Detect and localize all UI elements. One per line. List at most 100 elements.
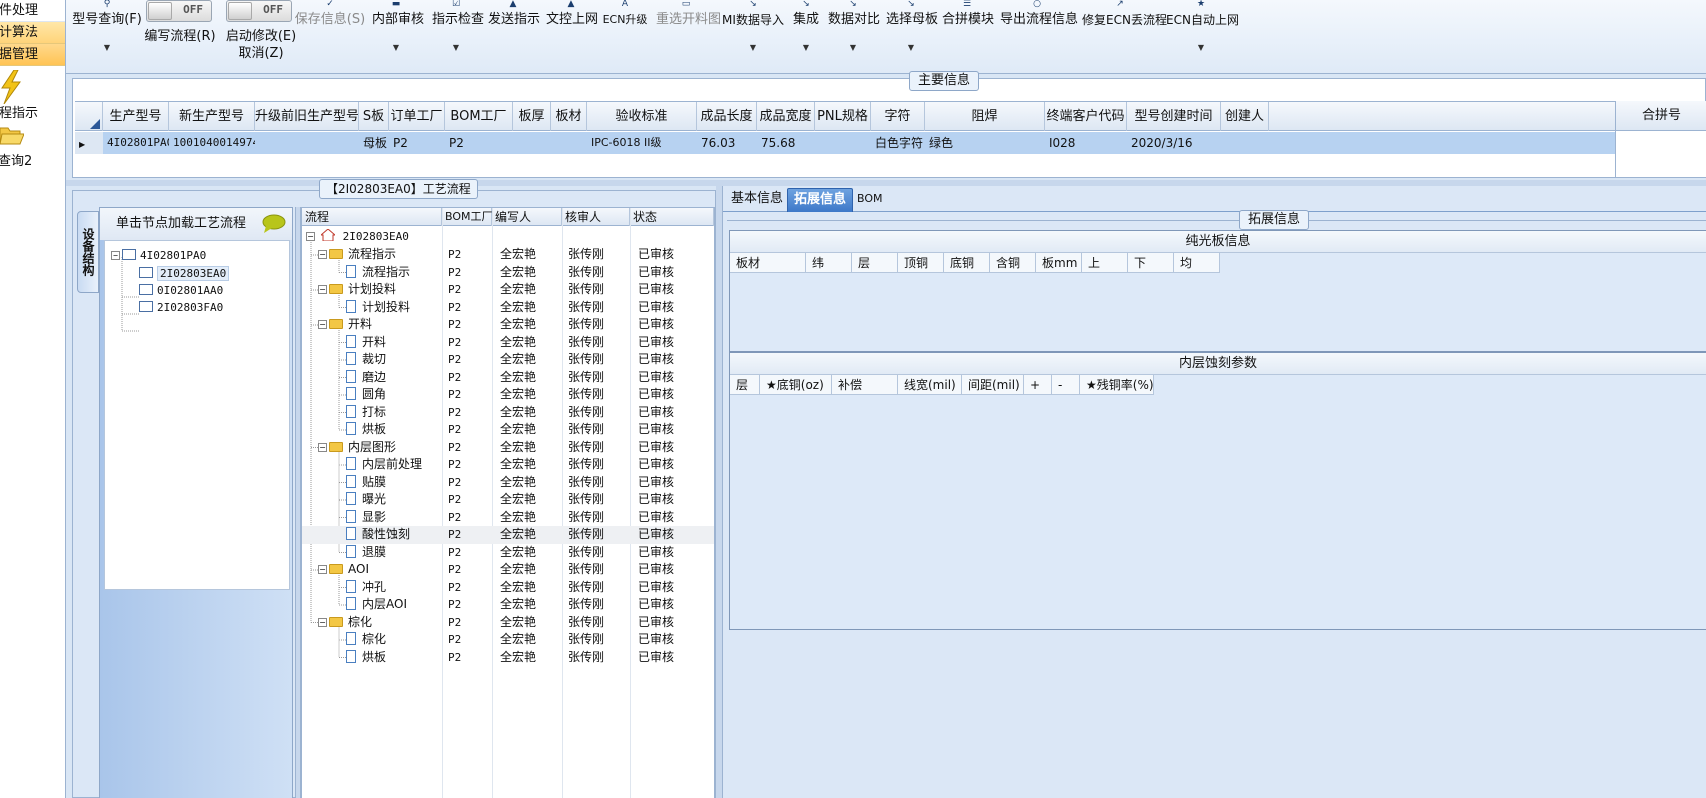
status-cell[interactable]: 已审核 <box>638 404 674 422</box>
tree-folder-row[interactable]: − 内层图形 P2 全宏艳 张传刚 已审核 <box>302 439 714 457</box>
tree-step-row[interactable]: 内层AOI P2 全宏艳 张传刚 已审核 <box>302 596 714 614</box>
col-header[interactable]: 均 <box>1174 253 1220 273</box>
collapse-icon[interactable]: − <box>318 442 327 452</box>
tree-step-row[interactable]: 计划投料 P2 全宏艳 张传刚 已审核 <box>302 299 714 317</box>
cell[interactable] <box>255 132 359 154</box>
col-header[interactable]: 订单工厂 <box>389 102 445 131</box>
col-header[interactable]: 含铜 <box>990 253 1036 273</box>
tree-folder-row[interactable]: − 棕化 P2 全宏艳 张传刚 已审核 <box>302 614 714 632</box>
writer-cell[interactable]: 全宏艳 <box>500 509 536 527</box>
col-header[interactable]: 间距(mil) <box>962 375 1024 395</box>
status-cell[interactable]: 已审核 <box>638 474 674 492</box>
tree-node-root[interactable]: −4I02801PA0 <box>111 247 206 265</box>
tree-step-row[interactable]: 显影 P2 全宏艳 张传刚 已审核 <box>302 509 714 527</box>
reviewer-cell[interactable]: 张传刚 <box>568 491 604 509</box>
col-header[interactable]: PNL规格 <box>815 102 871 131</box>
col-header[interactable]: + <box>1024 375 1052 395</box>
writer-cell[interactable]: 全宏艳 <box>500 351 536 369</box>
bom-factory-cell[interactable]: P2 <box>448 631 461 649</box>
col-header[interactable]: 线宽(mil) <box>898 375 962 395</box>
status-cell[interactable]: 已审核 <box>638 369 674 387</box>
tree-step-row[interactable]: 冲孔 P2 全宏艳 张传刚 已审核 <box>302 579 714 597</box>
writer-cell[interactable]: 全宏艳 <box>500 264 536 282</box>
bom-factory-cell[interactable]: P2 <box>448 386 461 404</box>
status-cell[interactable]: 已审核 <box>638 456 674 474</box>
col-header[interactable]: 验收标准 <box>587 102 697 131</box>
col-header[interactable]: 升级前旧生产型号 <box>255 102 359 131</box>
ecn-auto-online-button[interactable]: ★ ECN自动上网 ▼ <box>1166 0 1239 60</box>
col-header[interactable]: BOM工厂 <box>445 102 513 131</box>
col-header[interactable]: 生产型号 <box>103 102 169 131</box>
writer-cell[interactable]: 全宏艳 <box>500 614 536 632</box>
nav-item-data-management[interactable]: 数据管理 <box>0 44 65 66</box>
reviewer-cell[interactable]: 张传刚 <box>568 334 604 352</box>
tree-step-row[interactable]: 圆角 P2 全宏艳 张传刚 已审核 <box>302 386 714 404</box>
row-selector[interactable]: ▶ <box>75 132 103 154</box>
writer-cell[interactable]: 全宏艳 <box>500 369 536 387</box>
nav-process-instruction-label[interactable]: 流程指示 <box>0 102 38 121</box>
bom-factory-cell[interactable]: P2 <box>448 614 461 632</box>
reviewer-cell[interactable]: 张传刚 <box>568 264 604 282</box>
model-query-button[interactable]: ⚲ 型号查询(F) ▼ <box>70 0 144 60</box>
status-cell[interactable]: 已审核 <box>638 509 674 527</box>
status-cell[interactable]: 已审核 <box>638 316 674 334</box>
cell[interactable] <box>513 132 551 154</box>
reviewer-cell[interactable]: 张传刚 <box>568 509 604 527</box>
tree-step-row[interactable]: 棕化 P2 全宏艳 张传刚 已审核 <box>302 631 714 649</box>
status-cell[interactable]: 已审核 <box>638 561 674 579</box>
col-header[interactable]: 板材 <box>551 102 587 131</box>
bom-factory-cell[interactable]: P2 <box>448 246 461 264</box>
col-header[interactable]: 顶铜 <box>898 253 944 273</box>
col-header[interactable]: 创建人 <box>1221 102 1269 131</box>
tree-step-row[interactable]: 打标 P2 全宏艳 张传刚 已审核 <box>302 404 714 422</box>
bom-factory-cell[interactable]: P2 <box>448 439 461 457</box>
tree-step-row[interactable]: 烘板 P2 全宏艳 张传刚 已审核 <box>302 649 714 667</box>
reviewer-cell[interactable]: 张传刚 <box>568 386 604 404</box>
reviewer-cell[interactable]: 张传刚 <box>568 404 604 422</box>
edit-flow-label[interactable]: 编写流程(R) <box>140 25 220 44</box>
col-header[interactable]: ★底铜(oz) <box>760 375 832 395</box>
cell[interactable]: 2020/3/16 <box>1127 132 1221 154</box>
writer-cell[interactable]: 全宏艳 <box>500 281 536 299</box>
bom-factory-cell[interactable]: P2 <box>448 456 461 474</box>
send-instruction-button[interactable]: ▲ 发送指示 <box>488 0 540 60</box>
col-header[interactable]: 状态 <box>630 208 714 226</box>
bom-factory-cell[interactable]: P2 <box>448 281 461 299</box>
status-cell[interactable]: 已审核 <box>638 351 674 369</box>
status-cell[interactable]: 已审核 <box>638 299 674 317</box>
col-header[interactable]: S板 <box>359 102 389 131</box>
reviewer-cell[interactable]: 张传刚 <box>568 369 604 387</box>
status-cell[interactable]: 已审核 <box>638 526 674 544</box>
cell[interactable]: 10010400149740 <box>169 132 255 154</box>
col-header[interactable]: 层 <box>852 253 898 273</box>
cell[interactable] <box>1221 132 1269 154</box>
tree-step-row[interactable]: 曝光 P2 全宏艳 张传刚 已审核 <box>302 491 714 509</box>
tab-bom[interactable]: BOM <box>851 188 889 212</box>
table-row[interactable]: ▶ 4I02801PA0 10010400149740 母板 P2 P2 IPC… <box>75 132 1615 154</box>
writer-cell[interactable]: 全宏艳 <box>500 334 536 352</box>
bom-factory-cell[interactable]: P2 <box>448 526 461 544</box>
integrate-button[interactable]: ↘ 集成 ▼ <box>792 0 820 60</box>
repair-ecn-button[interactable]: ↗ 修复ECN丢流程 <box>1082 0 1167 60</box>
cell[interactable] <box>815 132 871 154</box>
tree-step-row[interactable]: 流程指示 P2 全宏艳 张传刚 已审核 <box>302 264 714 282</box>
reviewer-cell[interactable]: 张传刚 <box>568 456 604 474</box>
col-header[interactable]: 成品宽度 <box>757 102 815 131</box>
reviewer-cell[interactable]: 张传刚 <box>568 351 604 369</box>
merge-module-button[interactable]: ☰ 合拼模块 <box>942 0 994 60</box>
reviewer-cell[interactable]: 张传刚 <box>568 299 604 317</box>
col-header[interactable]: 阻焊 <box>925 102 1045 131</box>
col-header[interactable]: 纬 <box>806 253 852 273</box>
bom-factory-cell[interactable]: P2 <box>448 649 461 667</box>
cell[interactable]: 母板 <box>359 132 389 154</box>
collapse-icon[interactable]: − <box>318 617 327 627</box>
collapse-icon[interactable]: − <box>318 565 327 574</box>
tree-step-row[interactable]: 裁切 P2 全宏艳 张传刚 已审核 <box>302 351 714 369</box>
status-cell[interactable]: 已审核 <box>638 421 674 439</box>
writer-cell[interactable]: 全宏艳 <box>500 386 536 404</box>
side-tab-equipment-structure[interactable]: 设备结构 <box>77 211 99 293</box>
reviewer-cell[interactable]: 张传刚 <box>568 281 604 299</box>
writer-cell[interactable]: 全宏艳 <box>500 246 536 264</box>
collapse-icon[interactable]: − <box>318 250 327 259</box>
writer-cell[interactable]: 全宏艳 <box>500 491 536 509</box>
